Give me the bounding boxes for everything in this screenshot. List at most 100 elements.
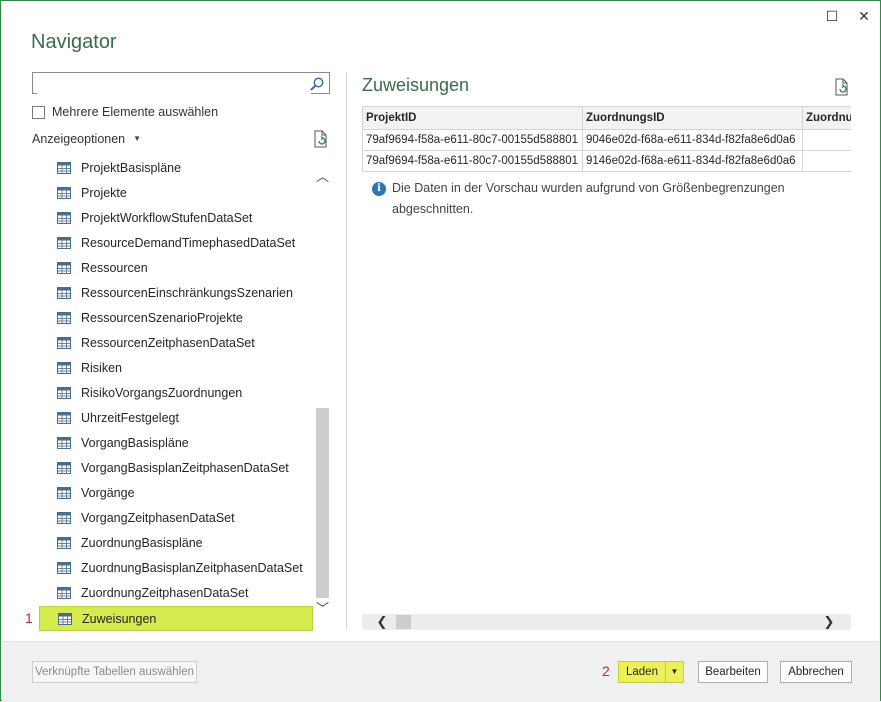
multi-select-label: Mehrere Elemente auswählen bbox=[52, 105, 219, 119]
tree-item[interactable]: VorgangBasispläne bbox=[39, 431, 313, 456]
table-icon bbox=[58, 613, 72, 625]
tree-item-label: ProjektBasispläne bbox=[81, 161, 182, 175]
preview-refresh-icon[interactable] bbox=[833, 78, 851, 96]
tree-item[interactable]: RessourcenEinschränkungsSzenarien bbox=[39, 281, 313, 306]
tree-item[interactable]: ResourceDemandTimephasedDataSet bbox=[39, 231, 313, 256]
tree-item[interactable]: Vorgänge bbox=[39, 481, 313, 506]
column-header[interactable]: ZuordnungsID bbox=[582, 106, 803, 130]
table-icon bbox=[57, 587, 71, 599]
table-icon bbox=[57, 387, 71, 399]
dialog-footer: Verknüpfte Tabellen auswählen 2 Laden ▼ … bbox=[2, 641, 880, 702]
tree-item-label: ResourceDemandTimephasedDataSet bbox=[81, 236, 296, 250]
table-cell: 9046e02d-f68a-e611-834d-f82fa8e6d0a6 bbox=[582, 129, 803, 151]
tree-item-label: ZuordnungBasisplanZeitphasenDataSet bbox=[81, 561, 303, 575]
preview-grid: ProjektID ZuordnungsID Zuordnun 79af9694… bbox=[362, 106, 851, 172]
info-icon: i bbox=[372, 182, 386, 196]
table-cell bbox=[802, 150, 851, 172]
edit-button[interactable]: Bearbeiten bbox=[698, 661, 768, 683]
scrollbar-thumb[interactable] bbox=[316, 408, 329, 598]
step-marker-2: 2 bbox=[602, 663, 610, 679]
tree-vertical-scrollbar[interactable]: ︿ ﹀ bbox=[315, 156, 330, 622]
table-cell bbox=[802, 129, 851, 151]
linked-tables-button[interactable]: Verknüpfte Tabellen auswählen bbox=[32, 661, 197, 683]
tree-item[interactable]: RessourcenSzenarioProjekte bbox=[39, 306, 313, 331]
tree-item[interactable]: RisikoVorgangsZuordnungen bbox=[39, 381, 313, 406]
tree-item-label: Zuweisungen bbox=[82, 612, 157, 626]
tree-item[interactable]: ZuordnungZeitphasenDataSet bbox=[39, 581, 313, 606]
table-icon bbox=[57, 162, 71, 174]
caret-down-icon: ▼ bbox=[670, 667, 679, 676]
tree-item[interactable]: Risiken bbox=[39, 356, 313, 381]
maximize-button[interactable]: ☐ bbox=[821, 5, 843, 27]
refresh-icon[interactable] bbox=[312, 130, 330, 148]
load-dropdown-button[interactable]: ▼ bbox=[665, 661, 684, 683]
preview-title: Zuweisungen bbox=[362, 75, 470, 95]
table-row: 79af9694-f58a-e611-80c7-00155d588801 904… bbox=[362, 129, 851, 151]
preview-horizontal-scrollbar[interactable]: ❮ ❯ bbox=[362, 614, 851, 630]
tree-item[interactable]: VorgangBasisplanZeitphasenDataSet bbox=[39, 456, 313, 481]
table-icon bbox=[57, 412, 71, 424]
multi-select-checkbox[interactable] bbox=[32, 106, 45, 119]
table-icon bbox=[57, 337, 71, 349]
scrollbar-thumb[interactable] bbox=[396, 615, 411, 629]
step-marker-1: 1 bbox=[25, 610, 33, 626]
table-icon bbox=[57, 262, 71, 274]
tree-item[interactable]: Ressourcen bbox=[39, 256, 313, 281]
table-icon bbox=[57, 512, 71, 524]
tree-item-label: ZuordnungBasispläne bbox=[81, 536, 203, 550]
tree-item-label: VorgangBasispläne bbox=[81, 436, 189, 450]
tree-item[interactable]: VorgangZeitphasenDataSet bbox=[39, 506, 313, 531]
tree-item-label: VorgangBasisplanZeitphasenDataSet bbox=[81, 461, 289, 475]
tree-item[interactable]: RessourcenZeitphasenDataSet bbox=[39, 331, 313, 356]
tree-item-label: ZuordnungZeitphasenDataSet bbox=[81, 586, 249, 600]
table-icon bbox=[57, 287, 71, 299]
search-box[interactable] bbox=[32, 72, 330, 94]
tree-item[interactable]: ProjektBasispläne bbox=[39, 156, 313, 181]
table-icon bbox=[57, 562, 71, 574]
tree-item-label: RessourcenSzenarioProjekte bbox=[81, 311, 243, 325]
table-icon bbox=[57, 462, 71, 474]
table-icon bbox=[57, 212, 71, 224]
chevron-down-icon[interactable]: ﹀ bbox=[315, 602, 330, 616]
tree-item-label: RessourcenEinschränkungsSzenarien bbox=[81, 286, 293, 300]
close-button[interactable]: ✕ bbox=[853, 5, 875, 27]
table-icon bbox=[57, 187, 71, 199]
table-icon bbox=[57, 437, 71, 449]
navigator-tree: ProjektBasispläne Projekte ProjektWorkflow… bbox=[39, 156, 315, 633]
table-row: 79af9694-f58a-e611-80c7-00155d588801 914… bbox=[362, 150, 851, 172]
tree-item[interactable]: ProjektWorkflowStufenDataSet bbox=[39, 206, 313, 231]
tree-item[interactable]: ZuordnungBasisplanZeitphasenDataSet bbox=[39, 556, 313, 581]
tree-item[interactable]: UhrzeitFestgelegt bbox=[39, 406, 313, 431]
tree-item-label: Projekte bbox=[81, 186, 127, 200]
tree-item[interactable]: Projekte bbox=[39, 181, 313, 206]
dialog-title: Navigator bbox=[31, 31, 117, 53]
load-button[interactable]: Laden bbox=[618, 661, 666, 683]
column-header[interactable]: ProjektID bbox=[362, 106, 583, 130]
tree-item-label: ProjektWorkflowStufenDataSet bbox=[81, 211, 253, 225]
caret-down-icon: ▼ bbox=[133, 134, 142, 143]
chevron-up-icon[interactable]: ︿ bbox=[315, 170, 330, 184]
table-cell: 79af9694-f58a-e611-80c7-00155d588801 bbox=[362, 129, 583, 151]
navigator-window: ☐ ✕ Navigator Mehrere Elemente auswählen… bbox=[0, 0, 881, 702]
tree-item[interactable]: Zuweisungen bbox=[39, 606, 313, 631]
table-cell: 79af9694-f58a-e611-80c7-00155d588801 bbox=[362, 150, 583, 172]
tree-item-label: Risiken bbox=[81, 361, 122, 375]
pane-divider bbox=[346, 72, 347, 630]
search-input[interactable] bbox=[37, 74, 311, 94]
display-options-dropdown[interactable]: Anzeigeoptionen ▼ bbox=[32, 132, 141, 146]
tree-item[interactable]: ZuordnungBasispläne bbox=[39, 531, 313, 556]
table-icon bbox=[57, 537, 71, 549]
table-icon bbox=[57, 312, 71, 324]
tree-item-label: Vorgänge bbox=[81, 486, 135, 500]
chevron-left-icon[interactable]: ❮ bbox=[374, 614, 390, 630]
table-icon bbox=[57, 487, 71, 499]
table-icon bbox=[57, 237, 71, 249]
table-cell: 9146e02d-f68a-e611-834d-f82fa8e6d0a6 bbox=[582, 150, 803, 172]
cancel-button[interactable]: Abbrechen bbox=[780, 661, 852, 683]
search-icon[interactable] bbox=[309, 76, 325, 92]
chevron-right-icon[interactable]: ❯ bbox=[821, 614, 837, 630]
tree-item-label: RisikoVorgangsZuordnungen bbox=[81, 386, 243, 400]
column-header[interactable]: Zuordnun bbox=[802, 106, 851, 130]
tree-item-label: VorgangZeitphasenDataSet bbox=[81, 511, 235, 525]
tree-item-label: Ressourcen bbox=[81, 261, 148, 275]
